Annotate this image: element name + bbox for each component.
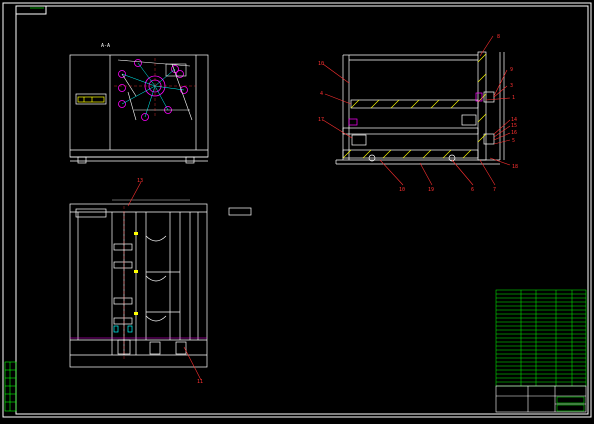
gear-mechanism	[118, 59, 188, 121]
callout-4: 4	[320, 91, 323, 97]
section-view-a-a: A-A	[69, 43, 209, 164]
callout-18: 18	[512, 164, 518, 170]
callout-7: 7	[493, 187, 496, 193]
parts-list-table	[495, 289, 587, 387]
callout-numbers: 8 10 9 4 3 1 17 14 15 16 5 18 10 19 6 7 …	[137, 34, 518, 385]
callout-5: 5	[512, 138, 515, 144]
callout-3: 3	[510, 83, 513, 89]
callout-16: 16	[511, 130, 517, 136]
callout-1: 1	[512, 95, 515, 101]
callout-17: 17	[318, 117, 324, 123]
callout-10b: 10	[399, 187, 405, 193]
callout-13: 13	[137, 178, 143, 184]
callout-11: 11	[197, 379, 203, 385]
callout-15: 15	[511, 123, 517, 129]
callout-9: 9	[510, 67, 513, 73]
front-view	[69, 199, 208, 368]
side-hatching	[342, 53, 487, 159]
margin-stamp	[4, 361, 17, 412]
side-view	[335, 51, 505, 165]
callout-8: 8	[497, 34, 500, 40]
note-box	[228, 207, 252, 216]
callout-6: 6	[471, 187, 474, 193]
section-label-text: A-A	[101, 43, 110, 49]
callout-10: 10	[318, 61, 324, 67]
callout-19: 19	[428, 187, 434, 193]
leader-lines	[127, 35, 511, 381]
cad-drawing-sheet: A-A 8 10 9 4 3 1 17 14 15 16 5 18 10 19 …	[0, 0, 594, 420]
title-block	[495, 385, 587, 413]
